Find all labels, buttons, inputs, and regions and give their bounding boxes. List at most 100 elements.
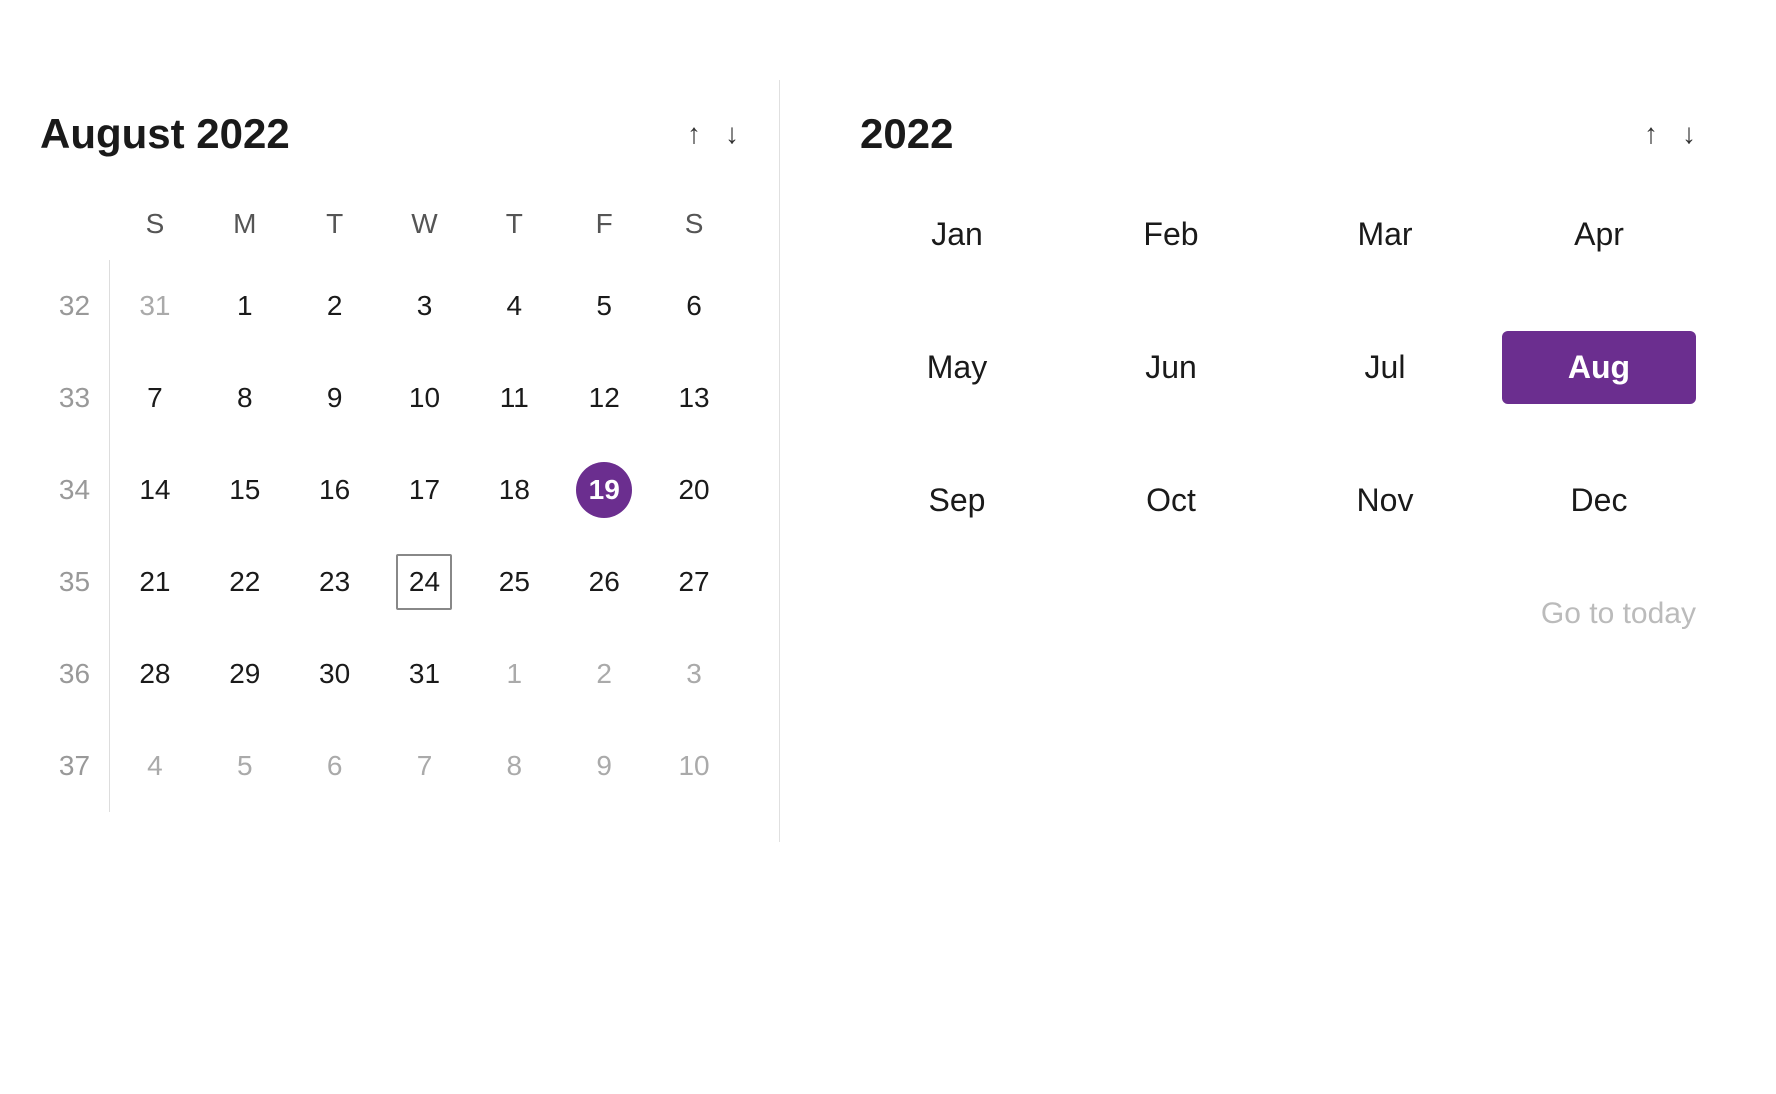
day-cell[interactable]: 7 bbox=[380, 720, 470, 812]
day-cell[interactable]: 27 bbox=[649, 536, 739, 628]
day-number: 6 bbox=[666, 278, 722, 334]
day-cell[interactable]: 14 bbox=[110, 444, 200, 536]
dow-header-5: F bbox=[559, 198, 649, 260]
day-cell[interactable]: 6 bbox=[290, 720, 380, 812]
day-cell[interactable]: 2 bbox=[290, 260, 380, 352]
left-nav-arrows: ↑ ↓ bbox=[687, 120, 739, 148]
day-cell[interactable]: 25 bbox=[469, 536, 559, 628]
month-cell-feb[interactable]: Feb bbox=[1074, 198, 1268, 271]
day-number: 3 bbox=[396, 278, 452, 334]
day-cell[interactable]: 19 bbox=[559, 444, 649, 536]
day-number: 27 bbox=[666, 554, 722, 610]
left-nav-down-button[interactable]: ↓ bbox=[725, 120, 739, 148]
week-number: 33 bbox=[40, 352, 110, 444]
day-cell[interactable]: 16 bbox=[290, 444, 380, 536]
day-cell[interactable]: 4 bbox=[469, 260, 559, 352]
right-nav-up-button[interactable]: ↑ bbox=[1644, 120, 1658, 148]
dow-header-6: S bbox=[649, 198, 739, 260]
day-cell[interactable]: 30 bbox=[290, 628, 380, 720]
month-cell-oct[interactable]: Oct bbox=[1074, 464, 1268, 537]
day-number: 23 bbox=[307, 554, 363, 610]
month-cell-jun[interactable]: Jun bbox=[1074, 331, 1268, 404]
month-cell-mar[interactable]: Mar bbox=[1288, 198, 1482, 271]
day-cell[interactable]: 9 bbox=[559, 720, 649, 812]
day-cell[interactable]: 9 bbox=[290, 352, 380, 444]
left-panel-header: August 2022 ↑ ↓ bbox=[40, 110, 739, 158]
day-cell[interactable]: 10 bbox=[649, 720, 739, 812]
week-number: 36 bbox=[40, 628, 110, 720]
dow-header-3: W bbox=[380, 198, 470, 260]
day-cell[interactable]: 11 bbox=[469, 352, 559, 444]
day-number: 15 bbox=[217, 462, 273, 518]
right-panel: 2022 ↑ ↓ Jan Feb Mar Apr May Jun Jul Aug Sep Oct N… bbox=[780, 80, 1776, 661]
day-cell[interactable]: 12 bbox=[559, 352, 649, 444]
day-cell[interactable]: 7 bbox=[110, 352, 200, 444]
day-cell[interactable]: 20 bbox=[649, 444, 739, 536]
year-title: 2022 bbox=[860, 110, 953, 158]
day-number: 2 bbox=[307, 278, 363, 334]
day-cell[interactable]: 21 bbox=[110, 536, 200, 628]
month-cell-apr[interactable]: Apr bbox=[1502, 198, 1696, 271]
day-cell[interactable]: 18 bbox=[469, 444, 559, 536]
day-number: 9 bbox=[576, 738, 632, 794]
day-number: 16 bbox=[307, 462, 363, 518]
day-cell[interactable]: 24 bbox=[380, 536, 470, 628]
day-number: 17 bbox=[396, 462, 452, 518]
week-number: 35 bbox=[40, 536, 110, 628]
day-number: 31 bbox=[127, 278, 183, 334]
day-cell[interactable]: 1 bbox=[469, 628, 559, 720]
week-number: 37 bbox=[40, 720, 110, 812]
day-number: 28 bbox=[127, 646, 183, 702]
day-number: 9 bbox=[307, 370, 363, 426]
day-number: 4 bbox=[127, 738, 183, 794]
month-cell-nov[interactable]: Nov bbox=[1288, 464, 1482, 537]
day-cell[interactable]: 3 bbox=[649, 628, 739, 720]
day-cell[interactable]: 31 bbox=[380, 628, 470, 720]
dow-header-4: T bbox=[469, 198, 559, 260]
day-number: 21 bbox=[127, 554, 183, 610]
right-nav-down-button[interactable]: ↓ bbox=[1682, 120, 1696, 148]
day-cell[interactable]: 26 bbox=[559, 536, 649, 628]
month-cell-dec[interactable]: Dec bbox=[1502, 464, 1696, 537]
day-cell[interactable]: 8 bbox=[200, 352, 290, 444]
month-cell-jan[interactable]: Jan bbox=[860, 198, 1054, 271]
day-cell[interactable]: 29 bbox=[200, 628, 290, 720]
day-number: 10 bbox=[666, 738, 722, 794]
day-cell[interactable]: 8 bbox=[469, 720, 559, 812]
go-to-today-button[interactable]: Go to today bbox=[860, 597, 1696, 631]
month-cell-sep[interactable]: Sep bbox=[860, 464, 1054, 537]
day-cell[interactable]: 10 bbox=[380, 352, 470, 444]
day-number: 31 bbox=[396, 646, 452, 702]
day-cell[interactable]: 22 bbox=[200, 536, 290, 628]
day-cell[interactable]: 6 bbox=[649, 260, 739, 352]
day-number: 6 bbox=[307, 738, 363, 794]
day-cell[interactable]: 13 bbox=[649, 352, 739, 444]
dow-header-1: M bbox=[200, 198, 290, 260]
day-number: 10 bbox=[396, 370, 452, 426]
day-cell[interactable]: 1 bbox=[200, 260, 290, 352]
day-cell[interactable]: 3 bbox=[380, 260, 470, 352]
day-cell[interactable]: 31 bbox=[110, 260, 200, 352]
month-cell-jul[interactable]: Jul bbox=[1288, 331, 1482, 404]
day-cell[interactable]: 28 bbox=[110, 628, 200, 720]
day-cell[interactable]: 23 bbox=[290, 536, 380, 628]
day-number: 25 bbox=[486, 554, 542, 610]
dow-header-2: T bbox=[290, 198, 380, 260]
day-cell[interactable]: 4 bbox=[110, 720, 200, 812]
day-number: 11 bbox=[486, 370, 542, 426]
day-number: 7 bbox=[396, 738, 452, 794]
day-cell[interactable]: 2 bbox=[559, 628, 649, 720]
day-number: 13 bbox=[666, 370, 722, 426]
day-cell[interactable]: 5 bbox=[559, 260, 649, 352]
day-number: 5 bbox=[217, 738, 273, 794]
day-cell[interactable]: 5 bbox=[200, 720, 290, 812]
day-number: 8 bbox=[486, 738, 542, 794]
month-cell-may[interactable]: May bbox=[860, 331, 1054, 404]
month-cell-aug[interactable]: Aug bbox=[1502, 331, 1696, 404]
day-number: 12 bbox=[576, 370, 632, 426]
day-number: 20 bbox=[666, 462, 722, 518]
day-cell[interactable]: 15 bbox=[200, 444, 290, 536]
day-cell[interactable]: 17 bbox=[380, 444, 470, 536]
left-nav-up-button[interactable]: ↑ bbox=[687, 120, 701, 148]
week-num-header bbox=[40, 198, 110, 260]
